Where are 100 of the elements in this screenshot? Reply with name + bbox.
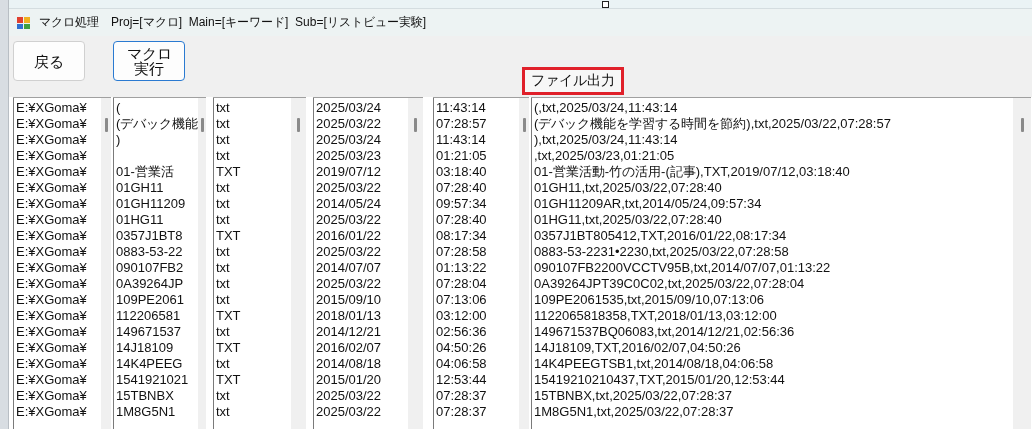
- list-item[interactable]: txt: [216, 100, 291, 116]
- list-item[interactable]: 03:12:00: [436, 308, 519, 324]
- list-item[interactable]: 01GH11209: [116, 196, 199, 212]
- scrollbar-thumb[interactable]: [104, 118, 108, 132]
- list-item[interactable]: E:¥XGoma¥: [16, 292, 101, 308]
- list-item[interactable]: 03:18:40: [436, 164, 519, 180]
- list-item[interactable]: E:¥XGoma¥: [16, 356, 101, 372]
- list-item[interactable]: 2025/03/22: [316, 116, 408, 132]
- list-item[interactable]: 07:28:37: [436, 388, 519, 404]
- list-item[interactable]: TXT: [216, 308, 291, 324]
- list-item[interactable]: 2015/01/20: [316, 372, 408, 388]
- list-item[interactable]: TXT: [216, 228, 291, 244]
- list-item[interactable]: 2025/03/24: [316, 132, 408, 148]
- list-item[interactable]: E:¥XGoma¥: [16, 180, 101, 196]
- list-item[interactable]: E:¥XGoma¥: [16, 372, 101, 388]
- list-item[interactable]: txt: [216, 276, 291, 292]
- run-macro-button[interactable]: マクロ実行: [113, 41, 185, 81]
- list-item[interactable]: ): [116, 132, 199, 148]
- list-item[interactable]: E:¥XGoma¥: [16, 276, 101, 292]
- list-item[interactable]: 07:28:40: [436, 212, 519, 228]
- list-item[interactable]: E:¥XGoma¥: [16, 196, 101, 212]
- list-item[interactable]: 2025/03/22: [316, 244, 408, 260]
- list-item[interactable]: 08:17:34: [436, 228, 519, 244]
- file-output-button[interactable]: ファイル出力: [522, 67, 624, 95]
- list-item[interactable]: 2018/01/13: [316, 308, 408, 324]
- list-item[interactable]: E:¥XGoma¥: [16, 388, 101, 404]
- list-item[interactable]: 2025/03/22: [316, 404, 408, 420]
- list-item[interactable]: 0A39264JP: [116, 276, 199, 292]
- list-item[interactable]: txt: [216, 148, 291, 164]
- list-item[interactable]: 02:56:36: [436, 324, 519, 340]
- list-item[interactable]: 2014/12/21: [316, 324, 408, 340]
- list-item[interactable]: E:¥XGoma¥: [16, 404, 101, 420]
- list-item[interactable]: 07:13:06: [436, 292, 519, 308]
- list-item[interactable]: txt: [216, 404, 291, 420]
- list-item[interactable]: 2016/01/22: [316, 228, 408, 244]
- list-item[interactable]: 2025/03/22: [316, 180, 408, 196]
- list-item[interactable]: E:¥XGoma¥: [16, 324, 101, 340]
- resize-handle[interactable]: [602, 1, 609, 8]
- list-item[interactable]: 2014/07/07: [316, 260, 408, 276]
- list-item[interactable]: 2016/02/07: [316, 340, 408, 356]
- list-item[interactable]: txt: [216, 244, 291, 260]
- list-item[interactable]: txt: [216, 324, 291, 340]
- list-item[interactable]: 2025/03/22: [316, 276, 408, 292]
- list-item[interactable]: 109PE2061: [116, 292, 199, 308]
- list-item[interactable]: txt: [216, 132, 291, 148]
- list-item[interactable]: 07:28:37: [436, 404, 519, 420]
- scrollbar-thumb[interactable]: [200, 118, 204, 132]
- back-button[interactable]: 戻る: [13, 41, 85, 81]
- list-item[interactable]: 07:28:04: [436, 276, 519, 292]
- list-item[interactable]: 2014/05/24: [316, 196, 408, 212]
- list-item[interactable]: TXT: [216, 164, 291, 180]
- list-item[interactable]: txt: [216, 212, 291, 228]
- list-item[interactable]: (デバック機能: [116, 116, 199, 132]
- list-item[interactable]: 2025/03/24: [316, 100, 408, 116]
- list-item[interactable]: 04:50:26: [436, 340, 519, 356]
- list-item[interactable]: E:¥XGoma¥: [16, 164, 101, 180]
- list-item[interactable]: 2025/03/22: [316, 212, 408, 228]
- list-item[interactable]: txt: [216, 180, 291, 196]
- list-item[interactable]: txt: [216, 356, 291, 372]
- list-item[interactable]: 11:43:14: [436, 132, 519, 148]
- list-item[interactable]: 1M8G5N1: [116, 404, 199, 420]
- list-item[interactable]: E:¥XGoma¥: [16, 116, 101, 132]
- list-item[interactable]: E:¥XGoma¥: [16, 132, 101, 148]
- list-item[interactable]: TXT: [216, 340, 291, 356]
- list-item[interactable]: 01:21:05: [436, 148, 519, 164]
- list-item[interactable]: TXT: [216, 372, 291, 388]
- list-item[interactable]: 01HG11: [116, 212, 199, 228]
- list-item[interactable]: 1541921021: [116, 372, 199, 388]
- list-item[interactable]: 01-営業活: [116, 164, 199, 180]
- scrollbar-thumb[interactable]: [297, 118, 300, 132]
- list-item[interactable]: 01:13:22: [436, 260, 519, 276]
- list-item[interactable]: txt: [216, 116, 291, 132]
- list-item[interactable]: E:¥XGoma¥: [16, 244, 101, 260]
- list-item[interactable]: txt: [216, 196, 291, 212]
- list-item[interactable]: 112206581: [116, 308, 199, 324]
- list-item[interactable]: 11:43:14: [436, 100, 519, 116]
- list-item[interactable]: 090107FB2: [116, 260, 199, 276]
- list-item[interactable]: E:¥XGoma¥: [16, 100, 101, 116]
- list-item[interactable]: txt: [216, 388, 291, 404]
- list-item[interactable]: txt: [216, 260, 291, 276]
- list-item[interactable]: txt: [216, 292, 291, 308]
- list-item[interactable]: 07:28:40: [436, 180, 519, 196]
- list-item[interactable]: 12:53:44: [436, 372, 519, 388]
- list-item[interactable]: 07:28:57: [436, 116, 519, 132]
- list-item[interactable]: 149671537: [116, 324, 199, 340]
- list-item[interactable]: 15TBNBX: [116, 388, 199, 404]
- scrollbar-thumb[interactable]: [414, 118, 417, 132]
- list-item[interactable]: E:¥XGoma¥: [16, 308, 101, 324]
- list-item[interactable]: E:¥XGoma¥: [16, 212, 101, 228]
- list-item[interactable]: 14K4PEEG: [116, 356, 199, 372]
- list-item[interactable]: 2025/03/23: [316, 148, 408, 164]
- scrollbar-thumb[interactable]: [1020, 118, 1024, 132]
- list-item[interactable]: 2019/07/12: [316, 164, 408, 180]
- list-item[interactable]: 2014/08/18: [316, 356, 408, 372]
- list-item[interactable]: 07:28:58: [436, 244, 519, 260]
- list-item[interactable]: 0883-53-22: [116, 244, 199, 260]
- list-item[interactable]: E:¥XGoma¥: [16, 228, 101, 244]
- list-item[interactable]: 14J18109: [116, 340, 199, 356]
- list-item[interactable]: 0357J1BT8: [116, 228, 199, 244]
- list-item[interactable]: E:¥XGoma¥: [16, 340, 101, 356]
